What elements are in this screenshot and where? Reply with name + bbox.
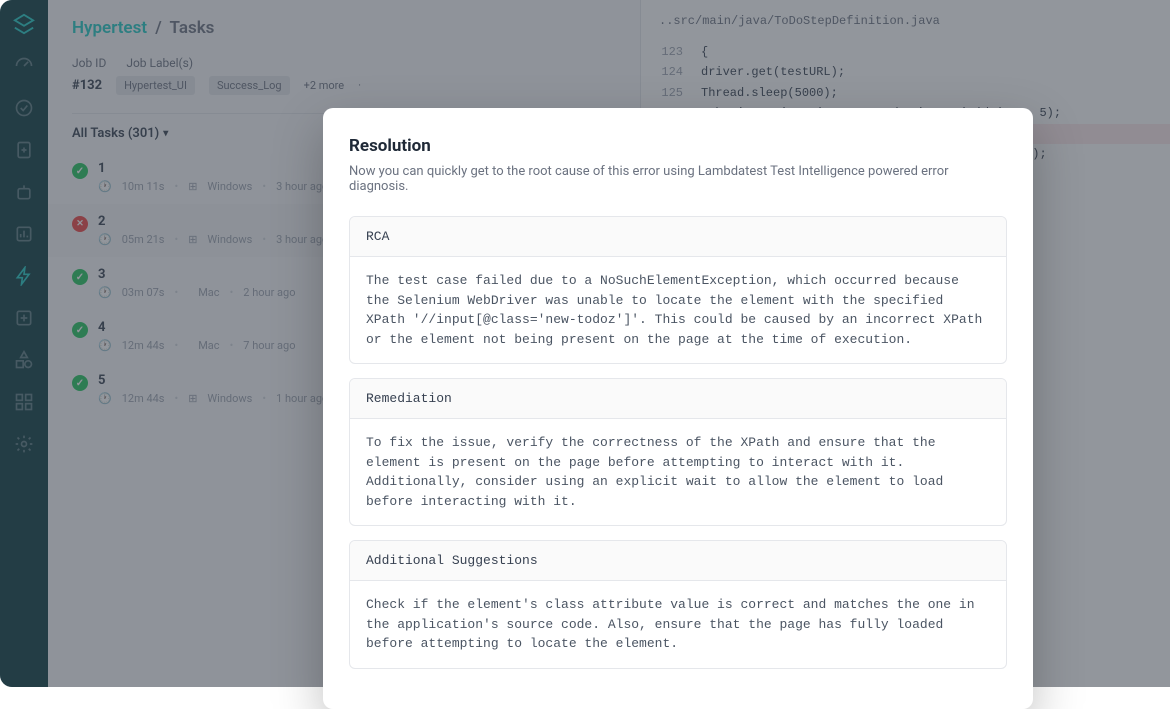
code-file-path: ..src/main/java/ToDoStepDefinition.java [641,0,1170,42]
dashboard-icon[interactable] [12,54,36,78]
os-icon: ⊞ [188,233,197,246]
job-label[interactable]: Success_Log [209,76,290,95]
code-line: 125Thread.sleep(5000); [659,83,1152,103]
job-header: Job ID Job Label(s) [72,56,616,70]
section-body: Check if the element's class attribute v… [350,581,1006,668]
shapes-icon[interactable] [12,348,36,372]
bolt-icon[interactable] [12,264,36,288]
plus-square-icon[interactable] [12,306,36,330]
gear-icon[interactable] [12,432,36,456]
clock-icon: 🕐 [98,339,112,352]
section-header: Remediation [350,379,1006,419]
bar-chart-icon[interactable] [12,222,36,246]
section-header: Additional Suggestions [350,541,1006,581]
modal-subtitle: Now you can quickly get to the root caus… [349,164,1007,194]
clock-icon: 🕐 [98,233,112,246]
status-success-icon [72,163,88,179]
os-icon: ⊞ [188,180,197,193]
check-circle-icon[interactable] [12,96,36,120]
code-line: 123{ [659,42,1152,62]
grid-icon[interactable] [12,390,36,414]
modal-title: Resolution [349,136,1007,156]
modal-sections: RCAThe test case failed due to a NoSuchE… [349,216,1007,669]
sidebar [0,0,48,687]
tasks-title[interactable]: All Tasks (301) ▾ [72,126,168,141]
section-body: To fix the issue, verify the correctness… [350,419,1006,525]
breadcrumb-current: Tasks [170,18,215,38]
logo-icon[interactable] [12,12,36,36]
modal-section: RCAThe test case failed due to a NoSuchE… [349,216,1007,364]
status-success-icon [72,269,88,285]
breadcrumb: Hypertest / Tasks [72,18,616,38]
clock-icon: 🕐 [98,392,112,405]
resolution-modal: Resolution Now you can quickly get to th… [323,108,1033,709]
os-icon: ⊞ [188,392,197,405]
job-row: #132 Hypertest_UI Success_Log +2 more · [72,76,616,95]
status-success-icon [72,322,88,338]
clock-icon: 🕐 [98,180,112,193]
modal-section: Additional SuggestionsCheck if the eleme… [349,540,1007,669]
job-labels-header: Job Label(s) [126,56,193,70]
file-plus-icon[interactable] [12,138,36,162]
modal-section: RemediationTo fix the issue, verify the … [349,378,1007,526]
breadcrumb-root[interactable]: Hypertest [72,18,147,38]
section-header: RCA [350,217,1006,257]
job-id-value: #132 [72,78,102,93]
status-failed-icon [72,216,88,232]
chevron-down-icon: ▾ [163,128,168,139]
section-body: The test case failed due to a NoSuchElem… [350,257,1006,363]
code-line: 124driver.get(testURL); [659,62,1152,82]
clock-icon: 🕐 [98,286,112,299]
status-success-icon [72,375,88,391]
job-label[interactable]: Hypertest_UI [116,76,195,95]
robot-icon[interactable] [12,180,36,204]
job-id-header: Job ID [72,56,106,70]
job-more[interactable]: +2 more [304,79,345,92]
